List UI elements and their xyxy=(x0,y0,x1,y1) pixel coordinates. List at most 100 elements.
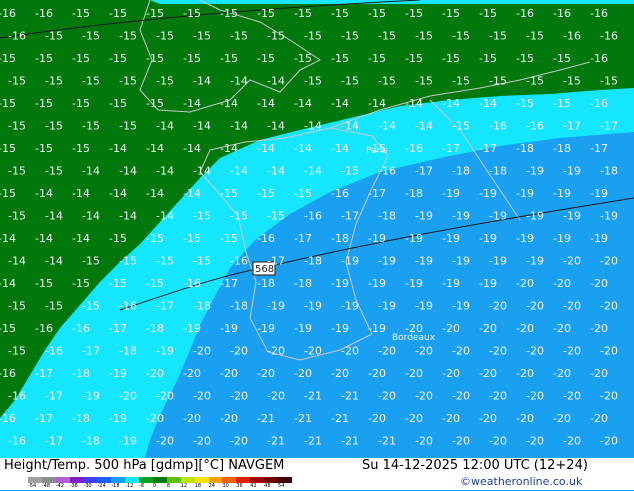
temperature-label: -15 xyxy=(8,345,26,358)
temperature-label: -19 xyxy=(378,255,396,268)
temperature-label: -19 xyxy=(452,255,470,268)
temperature-label: -15 xyxy=(35,142,53,155)
temperature-label: -15 xyxy=(257,187,275,200)
temperature-label: -17 xyxy=(368,187,386,200)
temperature-label: -16 xyxy=(35,7,53,20)
temperature-label: -20 xyxy=(479,322,497,335)
temperature-label: -20 xyxy=(563,390,581,403)
temperature-label: -15 xyxy=(146,277,164,290)
temperature-label: -17 xyxy=(35,367,53,380)
temperature-label: -15 xyxy=(72,97,90,110)
temperature-label: -15 xyxy=(220,232,238,245)
temperature-label: -19 xyxy=(415,210,433,223)
temperature-label: -19 xyxy=(267,300,285,313)
valid-time: Su 14-12-2025 12:00 UTC (12+24) xyxy=(362,458,588,473)
color-scale: -54 -48 -42 -38 -30 -24 -18 -12 -8 0 8 12 18 24 30 36 42… xyxy=(28,477,292,490)
temperature-label: -20 xyxy=(156,390,174,403)
temperature-label: -17 xyxy=(109,322,127,335)
temperature-label: -19 xyxy=(405,277,423,290)
temperature-label: -15 xyxy=(489,30,507,43)
temperature-label: -18 xyxy=(82,435,100,448)
temperature-label: -19 xyxy=(109,367,127,380)
temperature-label: -15 xyxy=(230,210,248,223)
temperature-label: -16 xyxy=(553,7,571,20)
temperature-label: -17 xyxy=(82,345,100,358)
temperature-label: -20 xyxy=(553,367,571,380)
temperature-label: -15 xyxy=(341,30,359,43)
temperature-label: -14 xyxy=(109,187,127,200)
temperature-label: -14 xyxy=(479,97,497,110)
temperature-label: -15 xyxy=(553,97,571,110)
temperature-label: -17 xyxy=(220,277,238,290)
temperature-label: -18 xyxy=(119,345,137,358)
temperature-label: -20 xyxy=(526,300,544,313)
temperature-label: -18 xyxy=(304,255,322,268)
temperature-label: -19 xyxy=(600,210,618,223)
temperature-label: -15 xyxy=(82,75,100,88)
temperature-label: -15 xyxy=(257,52,275,65)
temperature-label: -15 xyxy=(45,30,63,43)
temperature-label: -20 xyxy=(563,300,581,313)
temperature-label: -15 xyxy=(294,187,312,200)
temperature-label: -18 xyxy=(489,165,507,178)
temperature-label: -14 xyxy=(35,232,53,245)
temperature-label: -20 xyxy=(193,435,211,448)
temperature-label: -16 xyxy=(526,120,544,133)
temperature-label: -20 xyxy=(368,367,386,380)
temperature-label: -21 xyxy=(331,412,349,425)
temperature-label: -17 xyxy=(267,255,285,268)
temperature-label: -14 xyxy=(0,277,16,290)
temperature-label: -16 xyxy=(489,120,507,133)
temperature-label: -15 xyxy=(368,7,386,20)
temperature-label: -20 xyxy=(526,390,544,403)
temperature-label: -15 xyxy=(109,7,127,20)
temperature-label: -16 xyxy=(72,322,90,335)
temperature-label: -15 xyxy=(35,97,53,110)
temperature-label: -21 xyxy=(378,435,396,448)
temperature-label: -20 xyxy=(230,345,248,358)
temperature-label: -17 xyxy=(45,435,63,448)
temperature-label: -20 xyxy=(220,412,238,425)
temperature-label: -19 xyxy=(479,277,497,290)
temperature-label: -15 xyxy=(516,52,534,65)
temperature-label: -15 xyxy=(45,120,63,133)
temperature-label: -15 xyxy=(146,232,164,245)
temperature-label: -19 xyxy=(368,322,386,335)
temperature-label: -16 xyxy=(590,52,608,65)
temperature-label: -17 xyxy=(294,232,312,245)
temperature-label: -16 xyxy=(8,30,26,43)
temperature-label: -15 xyxy=(294,52,312,65)
temperature-label: -15 xyxy=(341,165,359,178)
temperature-label: -15 xyxy=(479,52,497,65)
temperature-label: -15 xyxy=(368,52,386,65)
temperature-label: -14 xyxy=(156,165,174,178)
temperature-label: -19 xyxy=(368,277,386,290)
temperature-label: -14 xyxy=(220,97,238,110)
temperature-label: -16 xyxy=(304,210,322,223)
temperature-label: -17 xyxy=(415,165,433,178)
temperature-label: -16 xyxy=(516,7,534,20)
source-credit: ©weatheronline.co.uk xyxy=(460,475,583,488)
temperature-label: -15 xyxy=(0,322,16,335)
temperature-label: -16 xyxy=(183,277,201,290)
temperature-label: -19 xyxy=(442,187,460,200)
temperature-label: -20 xyxy=(489,435,507,448)
temperature-label: -18 xyxy=(146,322,164,335)
temperature-label: -15 xyxy=(0,97,16,110)
temperature-label: -20 xyxy=(452,390,470,403)
temperature-label: -14 xyxy=(0,232,16,245)
temperature-label: -15 xyxy=(341,75,359,88)
temperature-label: -19 xyxy=(442,277,460,290)
temperature-label: -15 xyxy=(72,7,90,20)
temperature-label: -16 xyxy=(8,435,26,448)
temperature-label: -18 xyxy=(600,165,618,178)
temperature-label: -14 xyxy=(368,97,386,110)
temperature-label: -14 xyxy=(183,97,201,110)
temperature-label: -15 xyxy=(378,75,396,88)
temperature-label: -20 xyxy=(553,322,571,335)
temperature-label: -19 xyxy=(415,300,433,313)
temperature-label: -15 xyxy=(368,142,386,155)
temperature-label: -15 xyxy=(220,52,238,65)
temperature-label: -19 xyxy=(119,435,137,448)
temperature-label: -15 xyxy=(405,7,423,20)
